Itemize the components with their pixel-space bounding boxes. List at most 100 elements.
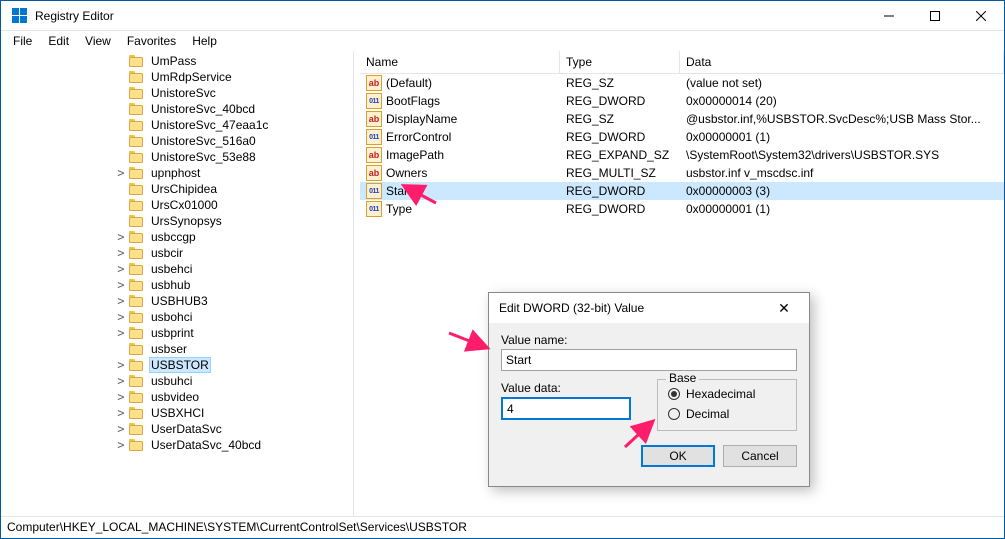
tree-item-label: usbser xyxy=(149,342,189,356)
tree-item[interactable]: UrsSynopsys xyxy=(1,213,353,229)
tree-item[interactable]: >USBSTOR xyxy=(1,357,353,373)
tree-item-label: usbvideo xyxy=(149,390,201,404)
base-label: Base xyxy=(666,371,699,385)
tree-item[interactable]: > usbvideo xyxy=(1,389,353,405)
tree-item[interactable]: >usbcir xyxy=(1,245,353,261)
value-row[interactable]: ErrorControlREG_DWORD0x00000001 (1) xyxy=(360,128,1004,146)
tree-item[interactable]: >usbehci xyxy=(1,261,353,277)
value-row[interactable]: OwnersREG_MULTI_SZusbstor.inf v_mscdsc.i… xyxy=(360,164,1004,182)
expand-icon[interactable]: > xyxy=(113,422,129,436)
tree-item[interactable]: >usbuhci xyxy=(1,373,353,389)
folder-icon xyxy=(129,359,145,371)
tree-item-label: UserDataSvc xyxy=(149,422,224,436)
dialog-close-button[interactable]: ✕ xyxy=(769,300,799,317)
ok-button[interactable]: OK xyxy=(641,445,715,467)
tree-item[interactable]: >usbccgp xyxy=(1,229,353,245)
expand-icon[interactable]: > xyxy=(113,262,129,276)
folder-icon xyxy=(129,215,145,227)
folder-icon xyxy=(129,343,145,355)
value-row[interactable]: (Default)REG_SZ(value not set) xyxy=(360,74,1004,92)
value-name: Type xyxy=(386,202,412,216)
tree-item[interactable]: >usbprint xyxy=(1,325,353,341)
cancel-button[interactable]: Cancel xyxy=(723,445,797,467)
radio-icon xyxy=(668,388,680,400)
expand-icon[interactable]: > xyxy=(113,166,129,180)
value-name-field[interactable] xyxy=(501,349,797,371)
tree-item[interactable]: >usbohci xyxy=(1,309,353,325)
folder-icon xyxy=(129,167,145,179)
expand-icon[interactable]: > xyxy=(113,278,129,292)
expand-icon[interactable]: > xyxy=(113,438,129,452)
value-row[interactable]: ImagePathREG_EXPAND_SZ\SystemRoot\System… xyxy=(360,146,1004,164)
menu-favorites[interactable]: Favorites xyxy=(119,32,184,50)
tree-item-label: UnistoreSvc_53e88 xyxy=(149,150,258,164)
expand-icon[interactable]: > xyxy=(113,326,129,340)
expand-icon[interactable]: > xyxy=(113,390,129,404)
dword-value-icon xyxy=(366,201,382,217)
maximize-button[interactable] xyxy=(912,1,958,31)
minimize-button[interactable] xyxy=(866,1,912,31)
tree-item[interactable]: UnistoreSvc_516a0 xyxy=(1,133,353,149)
value-row[interactable]: DisplayNameREG_SZ@usbstor.inf,%USBSTOR.S… xyxy=(360,110,1004,128)
tree-item[interactable]: UrsChipidea xyxy=(1,181,353,197)
menu-help[interactable]: Help xyxy=(184,32,225,50)
tree-item[interactable]: >usbhub xyxy=(1,277,353,293)
list-header: Name Type Data xyxy=(360,51,1004,74)
dialog-body: Value name: Value data: Base Hexadecimal xyxy=(489,323,809,477)
expand-icon[interactable]: > xyxy=(113,294,129,308)
tree-item[interactable]: >upnphost xyxy=(1,165,353,181)
expand-icon[interactable]: > xyxy=(113,246,129,260)
expand-icon[interactable]: > xyxy=(113,406,129,420)
column-data[interactable]: Data xyxy=(680,51,1004,73)
tree-item[interactable]: UmRdpService xyxy=(1,69,353,85)
tree-item[interactable]: UnistoreSvc_53e88 xyxy=(1,149,353,165)
folder-icon xyxy=(129,327,145,339)
value-data: 0x00000003 (3) xyxy=(680,183,1004,199)
value-name: ErrorControl xyxy=(386,130,451,144)
column-type[interactable]: Type xyxy=(560,51,680,73)
content-area: UmPassUmRdpServiceUnistoreSvcUnistoreSvc… xyxy=(1,51,1004,516)
value-row[interactable]: BootFlagsREG_DWORD0x00000014 (20) xyxy=(360,92,1004,110)
radio-hexadecimal[interactable]: Hexadecimal xyxy=(668,384,786,404)
close-button[interactable] xyxy=(958,1,1004,31)
radio-decimal[interactable]: Decimal xyxy=(668,404,786,424)
menu-file[interactable]: File xyxy=(5,32,40,50)
expand-icon[interactable]: > xyxy=(113,230,129,244)
value-type: REG_DWORD xyxy=(560,129,680,145)
value-row[interactable]: TypeREG_DWORD0x00000001 (1) xyxy=(360,200,1004,218)
expand-icon[interactable]: > xyxy=(113,310,129,324)
expand-icon[interactable]: > xyxy=(113,374,129,388)
value-data-field[interactable] xyxy=(501,397,631,420)
menu-view[interactable]: View xyxy=(77,32,119,50)
tree-item[interactable]: UmPass xyxy=(1,53,353,69)
statusbar: Computer\HKEY_LOCAL_MACHINE\SYSTEM\Curre… xyxy=(1,516,1004,538)
tree-item[interactable]: UnistoreSvc_47eaa1c xyxy=(1,117,353,133)
folder-icon xyxy=(129,135,145,147)
window-title: Registry Editor xyxy=(35,9,866,23)
value-type: REG_SZ xyxy=(560,75,680,91)
value-row[interactable]: StartREG_DWORD0x00000003 (3) xyxy=(360,182,1004,200)
menu-edit[interactable]: Edit xyxy=(40,32,77,50)
tree-item[interactable]: usbser xyxy=(1,341,353,357)
tree-item[interactable]: >USBHUB3 xyxy=(1,293,353,309)
string-value-icon xyxy=(366,111,382,127)
value-data: usbstor.inf v_mscdsc.inf xyxy=(680,165,1004,181)
tree-item[interactable]: >USBXHCI xyxy=(1,405,353,421)
tree-item[interactable]: UrsCx01000 xyxy=(1,197,353,213)
folder-icon xyxy=(129,231,145,243)
expand-icon[interactable]: > xyxy=(113,358,129,372)
folder-icon xyxy=(129,87,145,99)
tree-item[interactable]: >UserDataSvc_40bcd xyxy=(1,437,353,453)
tree-scroll[interactable]: UmPassUmRdpServiceUnistoreSvcUnistoreSvc… xyxy=(1,51,353,516)
tree-item[interactable]: UnistoreSvc_40bcd xyxy=(1,101,353,117)
column-name[interactable]: Name xyxy=(360,51,560,73)
menubar: File Edit View Favorites Help xyxy=(1,31,1004,51)
value-data: 0x00000001 (1) xyxy=(680,201,1004,217)
string-value-icon xyxy=(366,147,382,163)
value-name: Owners xyxy=(386,166,427,180)
tree-item-label: UmRdpService xyxy=(149,70,234,84)
tree-item[interactable]: UnistoreSvc xyxy=(1,85,353,101)
folder-icon xyxy=(129,375,145,387)
folder-icon xyxy=(129,199,145,211)
tree-item[interactable]: > UserDataSvc xyxy=(1,421,353,437)
